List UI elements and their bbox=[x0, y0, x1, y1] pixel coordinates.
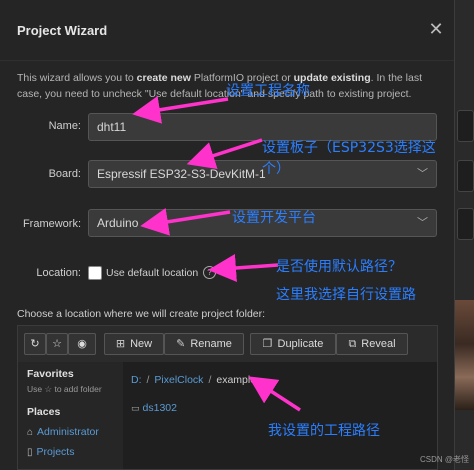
annotation-board-line1: 设置板子（ESP32S3选择这 bbox=[262, 140, 436, 156]
annotation-board-line2: 个） bbox=[262, 161, 290, 177]
annotation-name: 设置工程名称 bbox=[226, 83, 310, 99]
arrow-location bbox=[208, 254, 279, 282]
arrow-name bbox=[132, 95, 229, 124]
arrow-board bbox=[186, 138, 263, 170]
watermark: CSDN @老怪 bbox=[420, 455, 470, 464]
annotation-location-self: 这里我选择自行设置路 bbox=[276, 287, 416, 303]
annotation-project-path: 我设置的工程路径 bbox=[268, 423, 380, 439]
annotation-location-question: 是否使用默认路径？ bbox=[276, 259, 402, 275]
annotation-arrows bbox=[132, 95, 301, 412]
annotation-framework: 设置开发平台 bbox=[232, 210, 316, 226]
arrow-path bbox=[248, 376, 301, 412]
arrow-framework bbox=[140, 207, 231, 236]
